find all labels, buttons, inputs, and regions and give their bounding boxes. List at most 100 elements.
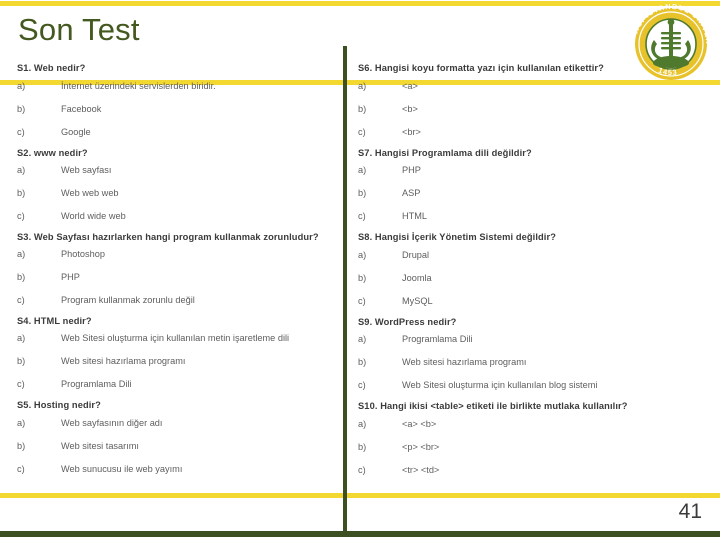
- option-text: Web sunucusu ile web yayımı: [61, 463, 183, 474]
- option-marker: c): [17, 294, 25, 305]
- option-text: <br>: [402, 126, 421, 137]
- answer-option[interactable]: c) World wide web: [17, 210, 339, 222]
- option-text: Drupal: [402, 249, 430, 260]
- option-text: Photoshop: [61, 248, 105, 259]
- option-marker: a): [358, 418, 367, 429]
- option-marker: a): [358, 80, 367, 91]
- lower-accent-rule: [0, 493, 720, 498]
- option-marker: b): [17, 440, 26, 451]
- answer-option[interactable]: c) MySQL: [358, 295, 706, 307]
- option-marker: a): [17, 417, 26, 428]
- option-marker: b): [17, 188, 26, 199]
- answer-option[interactable]: c) Program kullanmak zorunlu değil: [17, 294, 339, 306]
- option-text: Web sitesi tasarımı: [61, 440, 139, 451]
- page-number: 41: [678, 500, 702, 523]
- option-text: İnternet üzerindeki servislerden biridir…: [61, 80, 216, 91]
- answer-option[interactable]: b) Joomla: [358, 272, 706, 284]
- option-text: Web Sitesi oluşturma için kullanılan blo…: [402, 380, 598, 391]
- option-marker: b): [358, 188, 367, 199]
- option-marker: b): [17, 103, 26, 114]
- top-accent-rule: [0, 1, 720, 6]
- answer-option[interactable]: b) <b>: [358, 103, 706, 115]
- questions-column-right: S6. Hangisi koyu formatta yazı için kull…: [358, 62, 706, 485]
- question-heading: S1. Web nedir?: [17, 63, 86, 73]
- option-text: Web sayfasının diğer adı: [61, 417, 163, 428]
- answer-option[interactable]: a) <a> <b>: [358, 418, 706, 430]
- answer-option[interactable]: a) Drupal: [358, 249, 706, 261]
- option-marker: a): [358, 165, 367, 176]
- answer-option[interactable]: b) PHP: [17, 271, 339, 283]
- question-heading: S10. Hangi ikisi <table> etiketi ile bir…: [358, 401, 628, 412]
- option-text: <a> <b>: [402, 418, 437, 429]
- option-marker: c): [17, 379, 25, 390]
- option-marker: b): [358, 441, 367, 452]
- option-marker: c): [17, 463, 25, 474]
- option-marker: b): [17, 271, 26, 282]
- answer-option[interactable]: a) <a>: [358, 80, 706, 92]
- option-marker: a): [358, 249, 367, 260]
- page-title: Son Test: [18, 12, 140, 47]
- option-marker: b): [358, 357, 367, 368]
- option-marker: b): [358, 272, 367, 283]
- answer-option[interactable]: b) Web sitesi hazırlama programı: [17, 355, 339, 367]
- answer-option[interactable]: c) <tr> <td>: [358, 464, 706, 476]
- option-text: Programlama Dili: [402, 334, 473, 345]
- column-divider: [343, 46, 347, 535]
- option-marker: c): [358, 295, 366, 306]
- option-text: PHP: [61, 271, 80, 282]
- answer-option[interactable]: a) Web sayfasının diğer adı: [17, 417, 339, 429]
- answer-option[interactable]: b) Web sitesi tasarımı: [17, 440, 339, 452]
- answer-option[interactable]: a) Web Sitesi oluşturma için kullanılan …: [17, 332, 339, 344]
- bottom-green-rule: [0, 531, 720, 537]
- option-text: Joomla: [402, 272, 432, 283]
- option-marker: c): [17, 126, 25, 137]
- answer-option[interactable]: c) <br>: [358, 126, 706, 138]
- option-text: Web sitesi hazırlama programı: [61, 356, 186, 367]
- answer-option[interactable]: a) Web sayfası: [17, 164, 339, 176]
- option-marker: c): [358, 380, 366, 391]
- answer-option[interactable]: b) Facebook: [17, 103, 339, 115]
- question-heading: S5. Hosting nedir?: [17, 400, 101, 411]
- answer-option[interactable]: a) Programlama Dili: [358, 333, 706, 345]
- answer-option[interactable]: c) Programlama Dili: [17, 378, 339, 390]
- option-text: <a>: [402, 80, 418, 91]
- answer-option[interactable]: b) Web sitesi hazırlama programı: [358, 356, 706, 368]
- option-text: MySQL: [402, 295, 433, 306]
- answer-option[interactable]: a) PHP: [358, 164, 706, 176]
- option-text: Programlama Dili: [61, 379, 132, 390]
- option-text: <tr> <td>: [402, 464, 440, 475]
- option-text: Web Sitesi oluşturma için kullanılan met…: [61, 333, 290, 344]
- option-marker: a): [17, 165, 26, 176]
- option-text: World wide web: [61, 211, 126, 222]
- option-text: HTML: [402, 211, 428, 222]
- option-text: Facebook: [61, 103, 102, 114]
- option-marker: c): [17, 211, 25, 222]
- option-text: PHP: [402, 165, 421, 176]
- question-heading: S7. Hangisi Programlama dili değildir?: [358, 147, 532, 158]
- question-heading: S3. Web Sayfası hazırlarken hangi progra…: [17, 232, 319, 243]
- question-heading: S2. www nedir?: [17, 147, 88, 158]
- answer-option[interactable]: c) HTML: [358, 210, 706, 222]
- option-marker: a): [358, 334, 367, 345]
- answer-option[interactable]: a) İnternet üzerindeki servislerden biri…: [17, 80, 339, 92]
- answer-option[interactable]: b) Web web web: [17, 187, 339, 199]
- option-marker: a): [17, 333, 26, 344]
- question-heading: S6. Hangisi koyu formatta yazı için kull…: [358, 63, 604, 73]
- question-heading: S4. HTML nedir?: [17, 315, 92, 326]
- option-text: Program kullanmak zorunlu değil: [61, 294, 195, 305]
- question-heading: S9. WordPress nedir?: [358, 316, 457, 327]
- answer-option[interactable]: b) <p> <br>: [358, 441, 706, 453]
- answer-option[interactable]: c) Web sunucusu ile web yayımı: [17, 463, 339, 475]
- option-marker: a): [17, 248, 26, 259]
- option-marker: b): [17, 356, 26, 367]
- answer-option[interactable]: c) Google: [17, 126, 339, 138]
- answer-option[interactable]: c) Web Sitesi oluşturma için kullanılan …: [358, 379, 706, 391]
- questions-column-left: S1. Web nedir? a) İnternet üzerindeki se…: [17, 62, 339, 484]
- option-text: Google: [61, 126, 91, 137]
- option-marker: c): [358, 126, 366, 137]
- option-text: <b>: [402, 103, 418, 114]
- answer-option[interactable]: a) Photoshop: [17, 248, 339, 260]
- option-text: <p> <br>: [402, 441, 440, 452]
- option-text: Web sitesi hazırlama programı: [402, 357, 527, 368]
- answer-option[interactable]: b) ASP: [358, 187, 706, 199]
